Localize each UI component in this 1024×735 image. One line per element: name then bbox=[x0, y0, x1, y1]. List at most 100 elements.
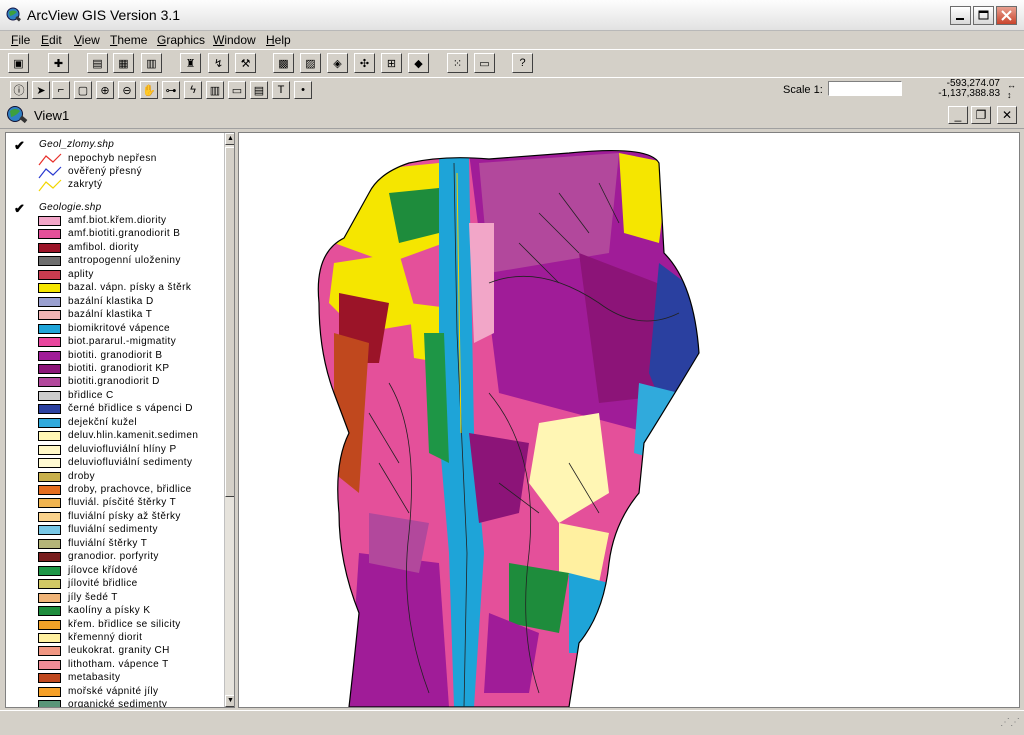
zoom-in-icon: ⊕ bbox=[100, 84, 110, 97]
add-theme-button[interactable]: ✚ bbox=[48, 53, 69, 73]
pointer-icon: ➤ bbox=[36, 84, 46, 97]
theme-properties-button[interactable]: ▤ bbox=[87, 53, 108, 73]
legend-item: fluviální štěrky T bbox=[38, 538, 228, 551]
zoom-full-extent-button[interactable]: ✣ bbox=[354, 53, 375, 73]
edit-legend-button[interactable]: ▦ bbox=[113, 53, 134, 73]
locate-address-button[interactable]: ↯ bbox=[208, 53, 229, 73]
text-tool[interactable]: T bbox=[272, 81, 290, 99]
select-by-theme-button[interactable]: ▩ bbox=[273, 53, 294, 73]
zoom-full-extent-icon: ✣ bbox=[359, 57, 370, 70]
close-button[interactable] bbox=[996, 6, 1017, 25]
status-bar: ⋰⋰ bbox=[0, 710, 1024, 735]
view-title: View1 bbox=[34, 108, 70, 123]
clear-selection-icon: ▨ bbox=[305, 57, 316, 70]
maximize-button[interactable] bbox=[973, 6, 994, 25]
vertex-edit-tool[interactable]: ⌐ bbox=[52, 81, 70, 99]
layout-icon: ⁙ bbox=[452, 57, 463, 70]
view-minimize-button[interactable]: _ bbox=[948, 106, 968, 124]
menu-graphics[interactable]: Graphics bbox=[157, 33, 205, 47]
menu-edit[interactable]: Edit bbox=[41, 33, 62, 47]
query-builder-button[interactable]: ⚒ bbox=[235, 53, 256, 73]
legend-swatch bbox=[38, 390, 61, 401]
layout-button[interactable]: ⁙ bbox=[447, 53, 468, 73]
visibility-checkbox[interactable]: ✔ bbox=[14, 201, 25, 217]
select-feature-tool[interactable]: ▢ bbox=[74, 81, 92, 99]
legend-swatch bbox=[38, 377, 61, 388]
pan-tool[interactable]: ✋ bbox=[140, 81, 158, 99]
legend-label: antropogenní uloženiny bbox=[68, 255, 181, 267]
legend-swatch bbox=[38, 646, 61, 657]
legend-label: deluviofluviální hlíny P bbox=[68, 443, 177, 455]
table-of-contents: ▲ ▼ ✔ Geol_zlomy.shp nepochyb nepřesn ověře… bbox=[5, 132, 235, 708]
menu-window[interactable]: Window bbox=[213, 33, 256, 47]
map-display[interactable] bbox=[238, 132, 1020, 708]
legend-item: jílovité břidlice bbox=[38, 578, 228, 591]
zoom-to-selected-button[interactable]: ⊞ bbox=[381, 53, 402, 73]
legend-label: křem. břidlice se silicity bbox=[68, 618, 181, 630]
line-symbol-icon bbox=[38, 153, 62, 166]
minimize-button[interactable] bbox=[950, 6, 971, 25]
pointer-tool[interactable]: ➤ bbox=[32, 81, 50, 99]
title-bar: ArcView GIS Version 3.1 bbox=[0, 0, 1024, 31]
legend-swatch bbox=[38, 700, 61, 707]
menu-theme[interactable]: Theme bbox=[110, 33, 147, 47]
legend-item: bazální klastika D bbox=[38, 296, 228, 309]
menu-file[interactable]: File bbox=[11, 33, 30, 47]
hotlink-tool[interactable]: ϟ bbox=[184, 81, 202, 99]
legend-swatch bbox=[38, 242, 61, 253]
scale-input[interactable] bbox=[828, 81, 902, 96]
coord-y: -1,137,388.83 bbox=[938, 88, 1000, 99]
view-restore-button[interactable]: ❐ bbox=[971, 106, 991, 124]
resize-grip-icon[interactable]: ⋰⋰ bbox=[1000, 717, 1020, 728]
legend-label: deluviofluviální sedimenty bbox=[68, 457, 193, 469]
vertex-edit-icon: ⌐ bbox=[57, 84, 65, 96]
legend-swatch bbox=[38, 552, 61, 563]
legend-item: biotiti.granodiorit D bbox=[38, 376, 228, 389]
clear-selection-button[interactable]: ▨ bbox=[300, 53, 321, 73]
legend-label: bazální klastika T bbox=[68, 309, 153, 321]
open-table-button[interactable]: ▥ bbox=[141, 53, 162, 73]
measure-icon: ⊶ bbox=[165, 84, 177, 97]
help-button[interactable]: ? bbox=[512, 53, 533, 73]
legend-item: organické sedimenty bbox=[38, 699, 228, 708]
legend-item: antropogenní uloženiny bbox=[38, 255, 228, 268]
legend-label: leukokrat. granity CH bbox=[68, 645, 170, 657]
zoom-in-tool[interactable]: ⊕ bbox=[96, 81, 114, 99]
legend-item: břidlice C bbox=[38, 390, 228, 403]
zoom-out-tool[interactable]: ⊖ bbox=[118, 81, 136, 99]
print-button[interactable]: ▭ bbox=[474, 53, 495, 73]
draw-point-tool[interactable]: • bbox=[294, 81, 312, 99]
legend-swatch bbox=[38, 431, 61, 442]
zoom-previous-button[interactable]: ◆ bbox=[408, 53, 429, 73]
visibility-checkbox[interactable]: ✔ bbox=[14, 138, 25, 154]
legend-label: černé břidlice s vápenci D bbox=[68, 403, 193, 415]
view-close-button[interactable]: ✕ bbox=[997, 106, 1017, 124]
legend-swatch bbox=[38, 619, 61, 630]
legend-label: fluviální písky až štěrky bbox=[68, 510, 181, 522]
find-button[interactable]: ♜ bbox=[180, 53, 201, 73]
legend-item: fluviální písky až štěrky bbox=[38, 511, 228, 524]
legend-label: amfibol. diority bbox=[68, 241, 139, 253]
area-of-interest-tool[interactable]: ▥ bbox=[206, 81, 224, 99]
legend-item: lithotham. vápence T bbox=[38, 659, 228, 672]
legend-swatch bbox=[38, 485, 61, 495]
menu-view[interactable]: View bbox=[74, 33, 100, 47]
legend-swatch bbox=[38, 310, 61, 321]
label-tool[interactable]: ▭ bbox=[228, 81, 246, 99]
identify-tool[interactable]: ⓘ bbox=[10, 81, 28, 99]
legend-label: organické sedimenty bbox=[68, 699, 168, 708]
save-button[interactable]: ▣ bbox=[8, 53, 29, 73]
legend-item: metabasity bbox=[38, 672, 228, 685]
scroll-up-icon[interactable]: ▲ bbox=[225, 133, 234, 145]
legend-swatch bbox=[38, 579, 61, 590]
legend-label: bazální klastika D bbox=[68, 295, 154, 307]
legend-swatch bbox=[38, 458, 61, 469]
geology-map[interactable] bbox=[239, 133, 1019, 707]
menu-help[interactable]: Help bbox=[266, 33, 291, 47]
legend-label: droby bbox=[68, 470, 96, 482]
measure-tool[interactable]: ⊶ bbox=[162, 81, 180, 99]
maximize-icon bbox=[978, 10, 989, 20]
zoom-to-active-button[interactable]: ◈ bbox=[327, 53, 348, 73]
callout-tool[interactable]: ▤ bbox=[250, 81, 268, 99]
legend-swatch bbox=[38, 283, 61, 294]
